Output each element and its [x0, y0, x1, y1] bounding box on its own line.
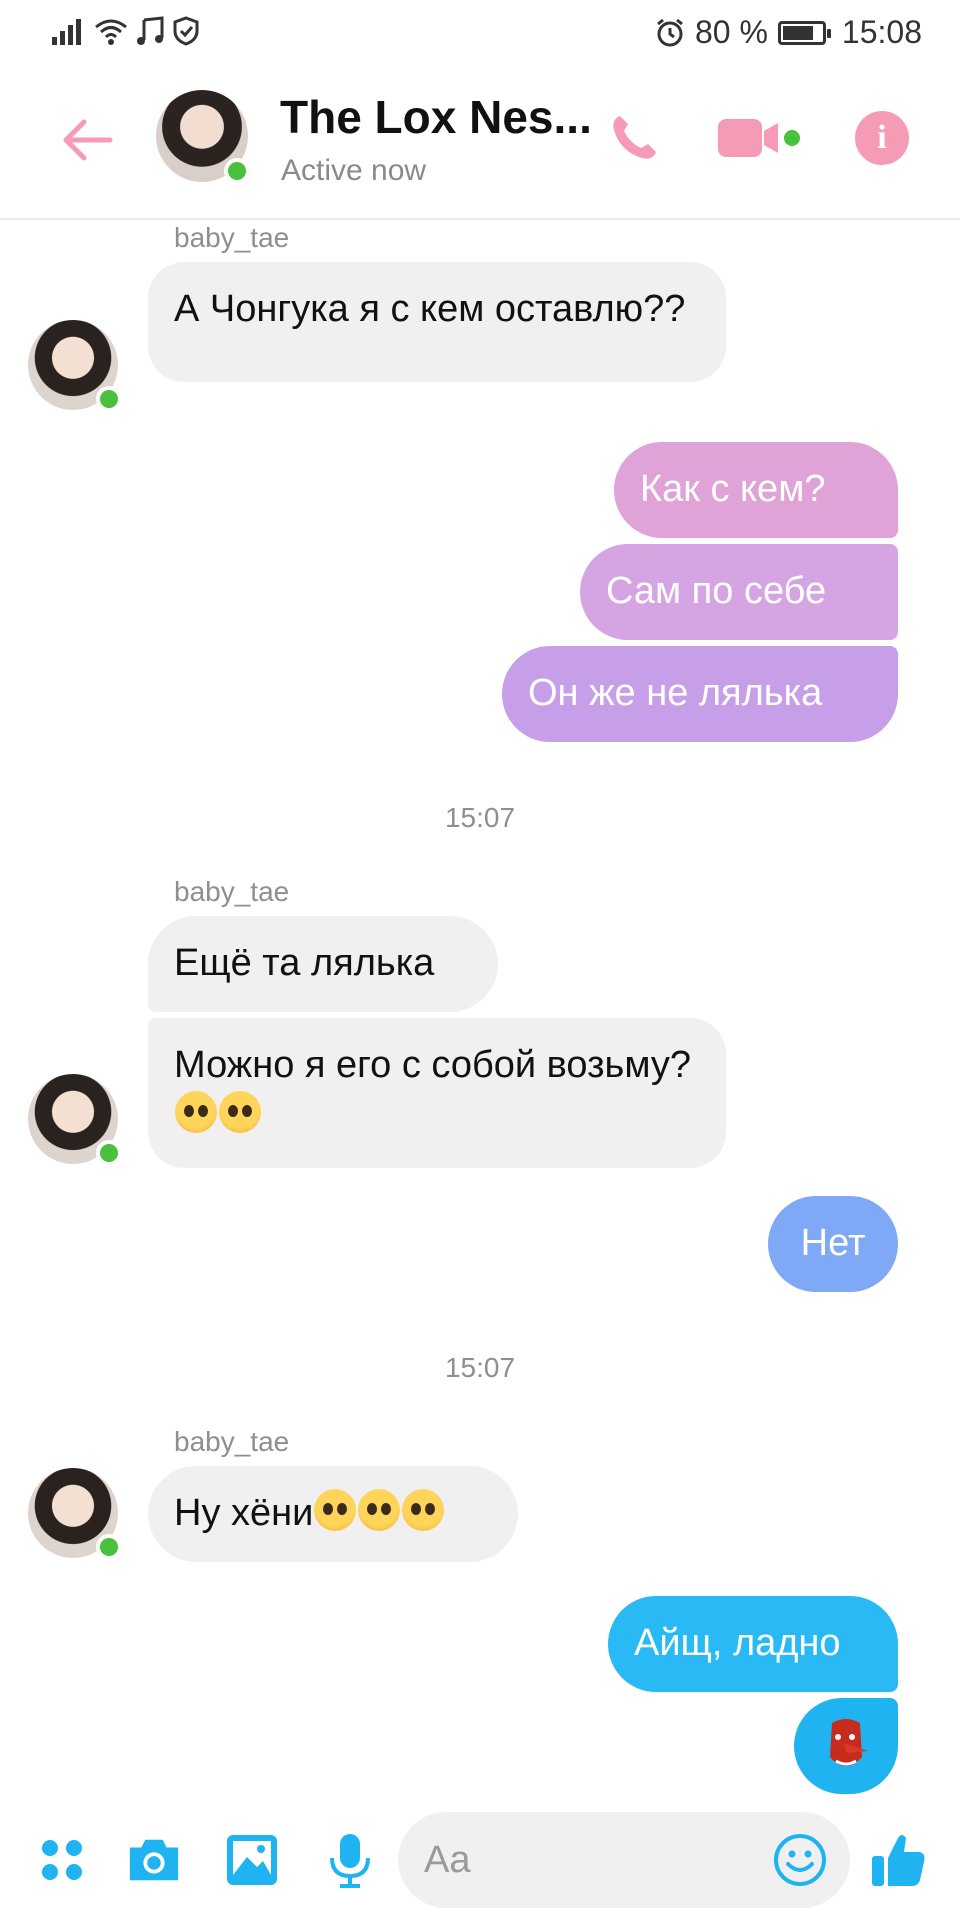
- battery-icon: [777, 20, 831, 45]
- pleading-face-emoji: [402, 1489, 445, 1531]
- status-right: 80 % 15:08: [655, 14, 922, 51]
- outgoing-message[interactable]: Сам по себе: [580, 544, 898, 640]
- info-button[interactable]: i: [852, 108, 912, 168]
- sender-name: baby_tae: [174, 222, 290, 253]
- contact-avatar[interactable]: [156, 90, 250, 184]
- message-text: Ну хёни: [174, 1492, 314, 1534]
- active-status: Active now: [281, 154, 427, 187]
- four-dots-icon: [42, 1840, 82, 1880]
- call-button[interactable]: [604, 108, 664, 168]
- timestamp: 15:07: [444, 802, 516, 833]
- incoming-message[interactable]: Ещё та лялька: [148, 916, 498, 1012]
- outgoing-message[interactable]: Нет: [768, 1196, 898, 1292]
- outgoing-message[interactable]: Он же не лялька: [502, 646, 898, 742]
- voice-button[interactable]: [322, 1832, 378, 1888]
- shield-check-icon: [172, 14, 200, 48]
- signal-icon: [52, 14, 86, 48]
- online-indicator: [96, 1140, 122, 1166]
- message-list[interactable]: baby_tae А Чонгука я с кем оставлю?? Как…: [0, 218, 960, 1798]
- emoji-button[interactable]: [772, 1832, 828, 1898]
- apps-button[interactable]: [34, 1832, 90, 1888]
- music-note-icon: [136, 14, 164, 48]
- pleading-face-emoji: [358, 1489, 401, 1531]
- smiley-icon: [774, 1834, 826, 1886]
- pleading-face-emoji: [314, 1489, 357, 1531]
- composer-bar: Aa: [0, 1798, 960, 1920]
- battery-percent: 80 %: [694, 14, 768, 50]
- camera-icon: [129, 1839, 179, 1881]
- incoming-message[interactable]: Ну хёни: [148, 1466, 518, 1562]
- video-call-button[interactable]: [716, 108, 800, 168]
- incoming-message[interactable]: Можно я его с собой возьму?: [148, 1018, 726, 1168]
- pleading-face-emoji: [219, 1091, 261, 1133]
- incoming-message[interactable]: А Чонгука я с кем оставлю??: [148, 262, 726, 382]
- message-input-placeholder: Aa: [424, 1838, 471, 1881]
- header-actions: i: [604, 108, 912, 168]
- outgoing-emoji-message[interactable]: [794, 1698, 898, 1794]
- thumbs-up-icon: [872, 1835, 925, 1886]
- gallery-button[interactable]: [224, 1832, 280, 1888]
- online-indicator: [224, 158, 250, 184]
- clock: 15:08: [841, 14, 922, 50]
- outgoing-message[interactable]: Как с кем?: [614, 442, 898, 538]
- pleading-face-emoji: [175, 1091, 217, 1133]
- status-bar: 80 % 15:08: [0, 0, 960, 62]
- sender-name: baby_tae: [174, 876, 290, 907]
- outgoing-message[interactable]: Айщ, ладно: [608, 1596, 898, 1692]
- online-indicator: [96, 386, 122, 412]
- video-camera-icon: [718, 119, 800, 157]
- sender-avatar[interactable]: [28, 1468, 122, 1560]
- sender-avatar[interactable]: [28, 1074, 122, 1166]
- camera-button[interactable]: [126, 1832, 182, 1888]
- image-icon: [227, 1835, 277, 1885]
- online-indicator: [96, 1534, 122, 1560]
- phone-icon: [613, 116, 656, 159]
- wifi-icon: [94, 14, 128, 48]
- battery-fill: [782, 25, 813, 40]
- back-arrow-icon: [63, 119, 113, 161]
- message-text: Можно я его с собой возьму?: [174, 1044, 692, 1086]
- back-button[interactable]: [60, 112, 116, 168]
- status-left: [52, 14, 200, 48]
- timestamp: 15:07: [444, 1352, 516, 1383]
- message-input[interactable]: Aa: [398, 1812, 850, 1908]
- conversation-header: The Lox Nes... Active now i: [0, 62, 960, 220]
- like-button[interactable]: [866, 1828, 930, 1892]
- sender-name: baby_tae: [174, 1426, 290, 1457]
- tengu-mask-emoji: [830, 1719, 868, 1766]
- alarm-icon: [655, 16, 685, 50]
- info-icon: i: [855, 111, 909, 165]
- conversation-title[interactable]: The Lox Nes...: [280, 90, 592, 144]
- microphone-icon: [330, 1834, 370, 1888]
- sender-avatar[interactable]: [28, 320, 122, 412]
